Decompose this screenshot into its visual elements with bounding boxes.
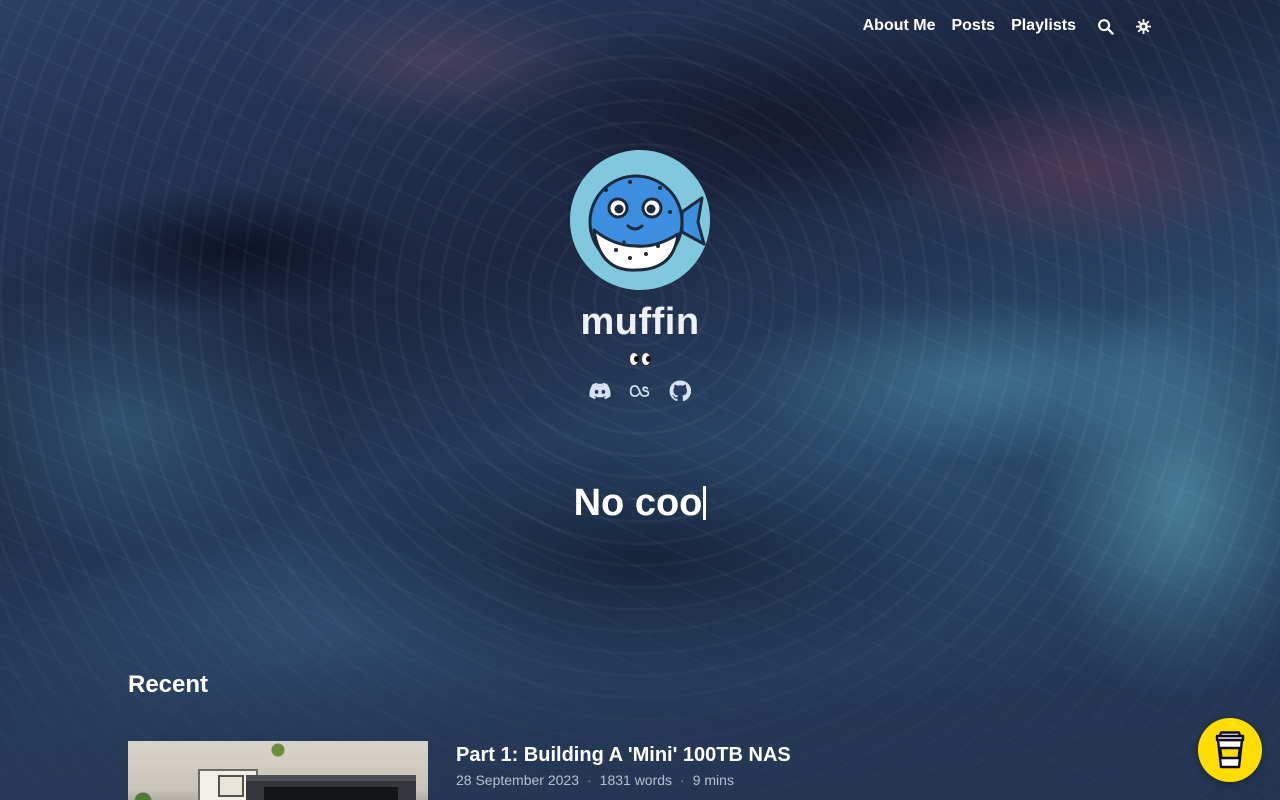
social-links [589,380,691,402]
nav-playlists[interactable]: Playlists [1011,14,1076,38]
github-icon[interactable] [669,380,691,402]
top-nav: About Me Posts Playlists [847,14,1152,38]
coffee-cup-icon [1215,731,1245,769]
typewriter-text: No coo [574,480,707,526]
nav-about-me[interactable]: About Me [863,14,936,38]
post-thumbnail[interactable] [128,741,428,800]
post-word-count: 1831 words [599,772,673,788]
post-body: Part 1: Building A 'Mini' 100TB NAS 28 S… [456,741,791,800]
typewriter-value: No coo [573,482,703,524]
nav-posts[interactable]: Posts [951,14,995,38]
profile-section: muffin No coo [0,150,1280,526]
post-meta: 28 September 2023 · 1831 words · 9 mins [456,770,791,790]
post-card[interactable]: Part 1: Building A 'Mini' 100TB NAS 28 S… [128,741,1152,800]
eyes-emoji-icon [629,346,651,372]
pufferfish-avatar-icon [570,150,710,290]
avatar [570,150,710,290]
post-date: 28 September 2023 [456,772,579,788]
meta-separator: · [680,772,685,788]
post-read-time: 9 mins [692,772,734,788]
lastfm-icon[interactable] [629,380,651,402]
post-title[interactable]: Part 1: Building A 'Mini' 100TB NAS [456,741,791,769]
typing-caret [703,486,707,520]
profile-name: muffin [580,301,700,343]
meta-separator: · [586,772,592,788]
buy-me-a-coffee-button[interactable] [1198,718,1262,782]
recent-heading: Recent [128,671,209,698]
theme-toggle-icon[interactable] [1134,14,1152,38]
discord-icon[interactable] [589,380,611,402]
search-icon[interactable] [1096,14,1114,38]
